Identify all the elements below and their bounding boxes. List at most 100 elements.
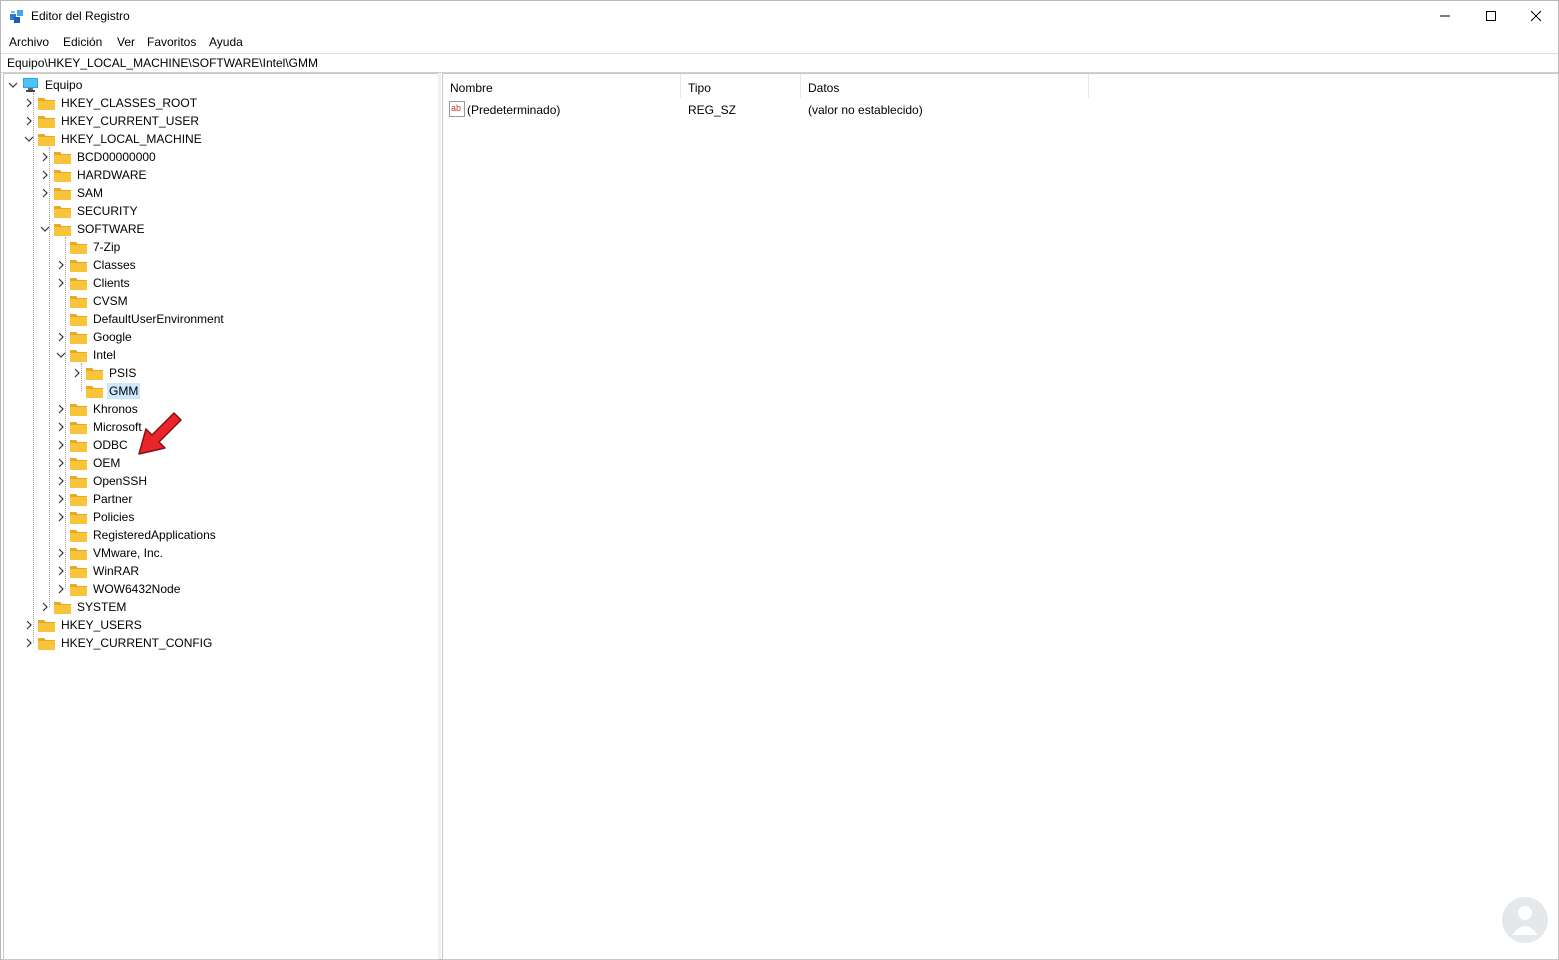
folder-icon: [70, 403, 87, 416]
tree-item-hkcu[interactable]: HKEY_CURRENT_USER: [24, 112, 201, 130]
chevron-right-icon[interactable]: [56, 260, 66, 270]
maximize-button[interactable]: [1468, 1, 1514, 31]
tree-item-defaultuser[interactable]: DefaultUserEnvironment: [56, 310, 226, 328]
tree-item-security[interactable]: SECURITY: [40, 202, 140, 220]
registry-app-icon: [10, 10, 23, 23]
folder-icon: [70, 313, 87, 326]
tree-label-hkcr: HKEY_CLASSES_ROOT: [61, 96, 198, 110]
chevron-down-icon[interactable]: [40, 224, 50, 234]
chevron-right-icon[interactable]: [56, 422, 66, 432]
chevron-right-icon[interactable]: [40, 188, 50, 198]
column-label-tipo: Tipo: [688, 81, 711, 95]
tree-item-hklm[interactable]: HKEY_LOCAL_MACHINE: [24, 130, 204, 148]
pane-splitter[interactable]: [438, 73, 441, 959]
tree-item-psis[interactable]: PSIS: [72, 364, 138, 382]
chevron-right-icon[interactable]: [56, 548, 66, 558]
tree-item-hkcc[interactable]: HKEY_CURRENT_CONFIG: [24, 634, 214, 652]
tree-label-registered: RegisteredApplications: [93, 528, 216, 542]
menu-ver[interactable]: Ver: [117, 35, 135, 49]
tree-item-system[interactable]: SYSTEM: [40, 598, 128, 616]
tree-label-hardware: HARDWARE: [77, 168, 147, 182]
tree-item-hku[interactable]: HKEY_USERS: [24, 616, 144, 634]
minimize-icon: [1440, 15, 1450, 17]
folder-icon: [70, 565, 87, 578]
tree-item-openssh[interactable]: OpenSSH: [56, 472, 149, 490]
tree-item-odbc[interactable]: ODBC: [56, 436, 130, 454]
chevron-right-icon[interactable]: [56, 278, 66, 288]
address-bar[interactable]: Equipo\HKEY_LOCAL_MACHINE\SOFTWARE\Intel…: [1, 53, 1558, 73]
chevron-right-icon[interactable]: [40, 152, 50, 162]
column-label-nombre: Nombre: [450, 81, 493, 95]
tree-label-hkcu: HKEY_CURRENT_USER: [61, 114, 200, 128]
tree-label-hku: HKEY_USERS: [61, 618, 142, 632]
minimize-button[interactable]: [1422, 1, 1468, 31]
tree-item-hardware[interactable]: HARDWARE: [40, 166, 149, 184]
chevron-right-icon[interactable]: [56, 566, 66, 576]
chevron-down-icon[interactable]: [24, 134, 34, 144]
tree-item-registered[interactable]: RegisteredApplications: [56, 526, 218, 544]
chevron-right-icon[interactable]: [40, 170, 50, 180]
window-title: Editor del Registro: [31, 9, 130, 23]
tree-item-7zip[interactable]: 7-Zip: [56, 238, 122, 256]
tree-item-bcd[interactable]: BCD00000000: [40, 148, 158, 166]
chevron-right-icon[interactable]: [24, 638, 34, 648]
tree-item-cvsm[interactable]: CVSM: [56, 292, 130, 310]
chevron-right-icon[interactable]: [56, 440, 66, 450]
tree-item-google[interactable]: Google: [56, 328, 134, 346]
chevron-right-icon[interactable]: [56, 458, 66, 468]
value-data: (valor no establecido): [808, 103, 923, 117]
folder-open-icon: [38, 133, 55, 146]
tree-pane[interactable]: Equipo HKEY_CLASSES_ROOT HKEY_CURRENT_US…: [3, 73, 439, 960]
tree-item-policies[interactable]: Policies: [56, 508, 136, 526]
chevron-right-icon[interactable]: [72, 368, 82, 378]
menu-ayuda[interactable]: Ayuda: [209, 35, 243, 49]
registry-editor-window: Editor del Registro Archivo Edición Ver …: [0, 0, 1559, 960]
chevron-right-icon[interactable]: [56, 584, 66, 594]
column-header-tipo[interactable]: Tipo: [681, 74, 801, 98]
chevron-right-icon[interactable]: [56, 512, 66, 522]
chevron-right-icon[interactable]: [56, 332, 66, 342]
tree-item-wow[interactable]: WOW6432Node: [56, 580, 182, 598]
tree-item-vmware[interactable]: VMware, Inc.: [56, 544, 165, 562]
tree-item-clients[interactable]: Clients: [56, 274, 132, 292]
tree-item-gmm[interactable]: GMM: [72, 382, 141, 400]
tree-item-classes[interactable]: Classes: [56, 256, 138, 274]
tree-item-sam[interactable]: SAM: [40, 184, 105, 202]
chevron-right-icon[interactable]: [24, 116, 34, 126]
close-button[interactable]: [1513, 1, 1559, 31]
tree-item-khronos[interactable]: Khronos: [56, 400, 140, 418]
column-header-nombre[interactable]: Nombre: [443, 74, 681, 98]
menu-favoritos[interactable]: Favoritos: [147, 35, 196, 49]
folder-icon: [70, 421, 87, 434]
values-list-pane[interactable]: Nombre Tipo Datos ab (Predeterminado) RE…: [442, 73, 1559, 960]
tree-item-intel[interactable]: Intel: [56, 346, 118, 364]
folder-icon: [70, 439, 87, 452]
chevron-right-icon[interactable]: [24, 620, 34, 630]
chevron-down-icon[interactable]: [56, 350, 66, 360]
tree-label-equipo: Equipo: [45, 78, 83, 92]
chevron-right-icon[interactable]: [56, 494, 66, 504]
tree-item-oem[interactable]: OEM: [56, 454, 122, 472]
title-bar[interactable]: Editor del Registro: [1, 1, 1558, 31]
value-row[interactable]: ab (Predeterminado) REG_SZ (valor no est…: [447, 100, 1547, 118]
menu-edicion[interactable]: Edición: [63, 35, 102, 49]
chevron-right-icon[interactable]: [40, 602, 50, 612]
chevron-right-icon[interactable]: [24, 98, 34, 108]
menu-archivo[interactable]: Archivo: [9, 35, 49, 49]
folder-icon: [70, 547, 87, 560]
chevron-right-icon[interactable]: [56, 404, 66, 414]
column-header-datos[interactable]: Datos: [801, 74, 1089, 98]
chevron-down-icon[interactable]: [8, 80, 18, 90]
address-path[interactable]: Equipo\HKEY_LOCAL_MACHINE\SOFTWARE\Intel…: [7, 56, 318, 70]
tree-item-software[interactable]: SOFTWARE: [40, 220, 147, 238]
tree-item-partner[interactable]: Partner: [56, 490, 134, 508]
tree-item-microsoft[interactable]: Microsoft: [56, 418, 144, 436]
tree-label-clients: Clients: [93, 276, 130, 290]
tree-item-hkcr[interactable]: HKEY_CLASSES_ROOT: [24, 94, 199, 112]
tree-label-intel: Intel: [93, 348, 116, 362]
tree-item-equipo[interactable]: Equipo: [8, 76, 84, 94]
tree-label-defaultuser: DefaultUserEnvironment: [93, 312, 224, 326]
tree-item-winrar[interactable]: WinRAR: [56, 562, 141, 580]
chevron-right-icon[interactable]: [56, 476, 66, 486]
tree-label-classes: Classes: [93, 258, 136, 272]
